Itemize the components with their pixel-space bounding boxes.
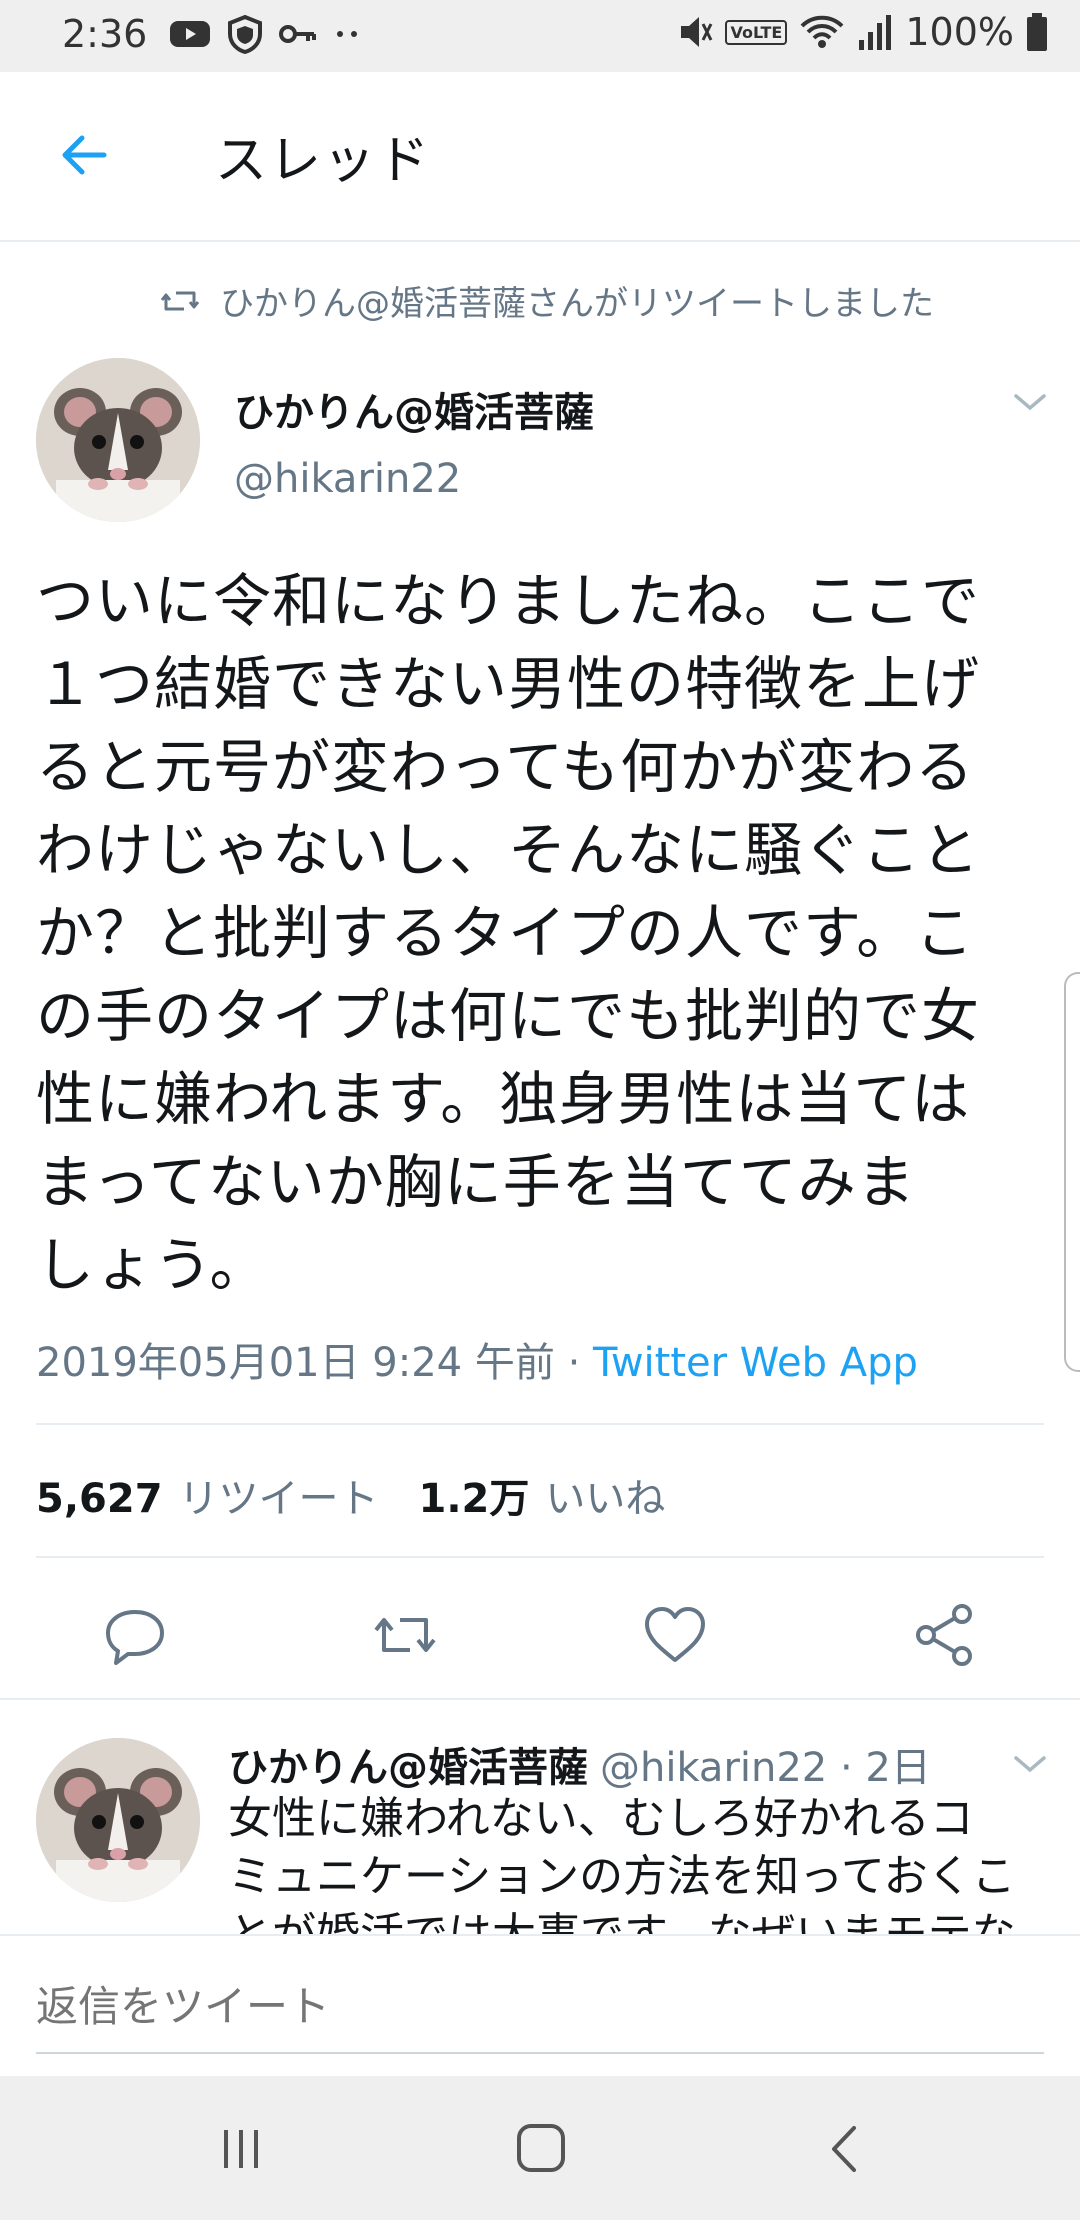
retweet-icon[interactable] <box>370 1600 440 1670</box>
status-bar: 2:36 VoLTE 100% <box>0 0 1080 72</box>
youtube-icon <box>170 21 210 47</box>
shield-icon <box>228 14 262 54</box>
status-left-icons <box>168 14 362 54</box>
recents-icon[interactable] <box>216 2124 266 2174</box>
reply-icon[interactable] <box>100 1600 170 1670</box>
chevron-down-icon[interactable] <box>1012 1752 1048 1776</box>
meta-separator: · <box>554 1340 594 1386</box>
tweet-body-line: わけじゃないし、そんなに騒ぐこと <box>36 816 981 884</box>
tweet-body-line: の手のタイプは何にでも批判的で女 <box>36 982 981 1050</box>
tweet-body-line: ついに令和になりましたね。ここで <box>36 567 981 635</box>
reply-body[interactable]: 女性に嫌われない、むしろ好かれるコ ミュニケーションの方法を知っておくこ とが婚… <box>228 1790 1048 1938</box>
share-icon[interactable] <box>910 1600 980 1670</box>
like-label[interactable]: いいね <box>545 1466 665 1524</box>
more-dots-icon <box>337 31 357 37</box>
tweet-body-line: まってないか胸に手を当ててみま <box>36 1148 916 1216</box>
avatar[interactable] <box>36 358 200 522</box>
retweet-icon <box>160 291 200 310</box>
tweet-body-line: か？と批判するタイプの人です。こ <box>36 899 975 967</box>
wifi-icon <box>800 15 844 48</box>
tweet-body-line: ると元号が変わっても何かが変わる <box>36 733 975 801</box>
tweet-body-line: しょう。 <box>36 1231 269 1299</box>
tweet-body-line: １つ結婚できない男性の特徴を上げ <box>36 650 981 718</box>
status-right-icons: VoLTE 100% <box>677 10 1048 54</box>
reply-header: ひかりん@婚活菩薩 @hikarin22 · 2日 <box>228 1735 931 1793</box>
tweet-meta: 2019年05月01日 9:24 午前 · Twitter Web App <box>36 1330 918 1388</box>
system-nav-bar <box>0 2076 1080 2220</box>
status-time: 2:36 <box>62 12 148 56</box>
volte-badge: VoLTE <box>725 19 788 45</box>
divider <box>36 1556 1044 1558</box>
battery-percent: 100% <box>905 10 1014 54</box>
rat-avatar-icon <box>36 1738 200 1902</box>
tweet-stats: 5,627 リツイート 1.2万 いいね <box>36 1466 665 1524</box>
like-icon[interactable] <box>640 1600 710 1670</box>
nav-back-icon[interactable] <box>820 2124 870 2174</box>
reply-avatar[interactable] <box>36 1738 200 1902</box>
rat-avatar-icon <box>36 358 200 522</box>
reply-handle-time[interactable]: @hikarin22 · 2日 <box>600 1735 931 1793</box>
retweet-label[interactable]: リツイート <box>179 1466 379 1524</box>
chevron-down-icon[interactable] <box>1012 390 1048 414</box>
page-title: スレッド <box>215 131 432 191</box>
retweet-notice-text: ひかりん@婚活菩薩さんがリツイートしました <box>220 284 934 324</box>
author-handle[interactable]: @hikarin22 <box>234 456 461 502</box>
tweet-timestamp: 2019年05月01日 9:24 午前 <box>36 1340 555 1386</box>
retweet-notice: ひかりん@婚活菩薩さんがリツイートしました <box>160 276 934 325</box>
signal-icon <box>859 15 892 50</box>
home-icon[interactable] <box>515 2122 567 2174</box>
divider <box>36 1423 1044 1425</box>
tweet-source-link[interactable]: Twitter Web App <box>593 1340 918 1386</box>
scrollbar-thumb[interactable] <box>1064 972 1080 1372</box>
back-arrow-icon[interactable] <box>54 125 114 185</box>
retweet-count[interactable]: 5,627 <box>36 1476 163 1522</box>
reply-compose-input[interactable] <box>36 1960 1044 2054</box>
reply-body-line: ミュニケーションの方法を知っておくこ <box>228 1851 1016 1902</box>
tweet-body: ついに令和になりましたね。ここで １つ結婚できない男性の特徴を上げ ると元号が変… <box>36 560 1056 1307</box>
app-header <box>0 72 1080 242</box>
like-count[interactable]: 1.2万 <box>419 1466 530 1524</box>
reply-body-line: 女性に嫌われない、むしろ好かれるコ <box>228 1793 974 1844</box>
tweet-body-line: 性に嫌われます。独身男性は当ては <box>36 1065 971 1133</box>
key-icon <box>279 25 316 43</box>
author-name[interactable]: ひかりん@婚活菩薩 <box>234 380 594 438</box>
divider <box>0 1698 1080 1700</box>
mute-icon <box>681 17 713 47</box>
battery-icon <box>1027 13 1047 51</box>
reply-author-name[interactable]: ひかりん@婚活菩薩 <box>228 1735 588 1793</box>
